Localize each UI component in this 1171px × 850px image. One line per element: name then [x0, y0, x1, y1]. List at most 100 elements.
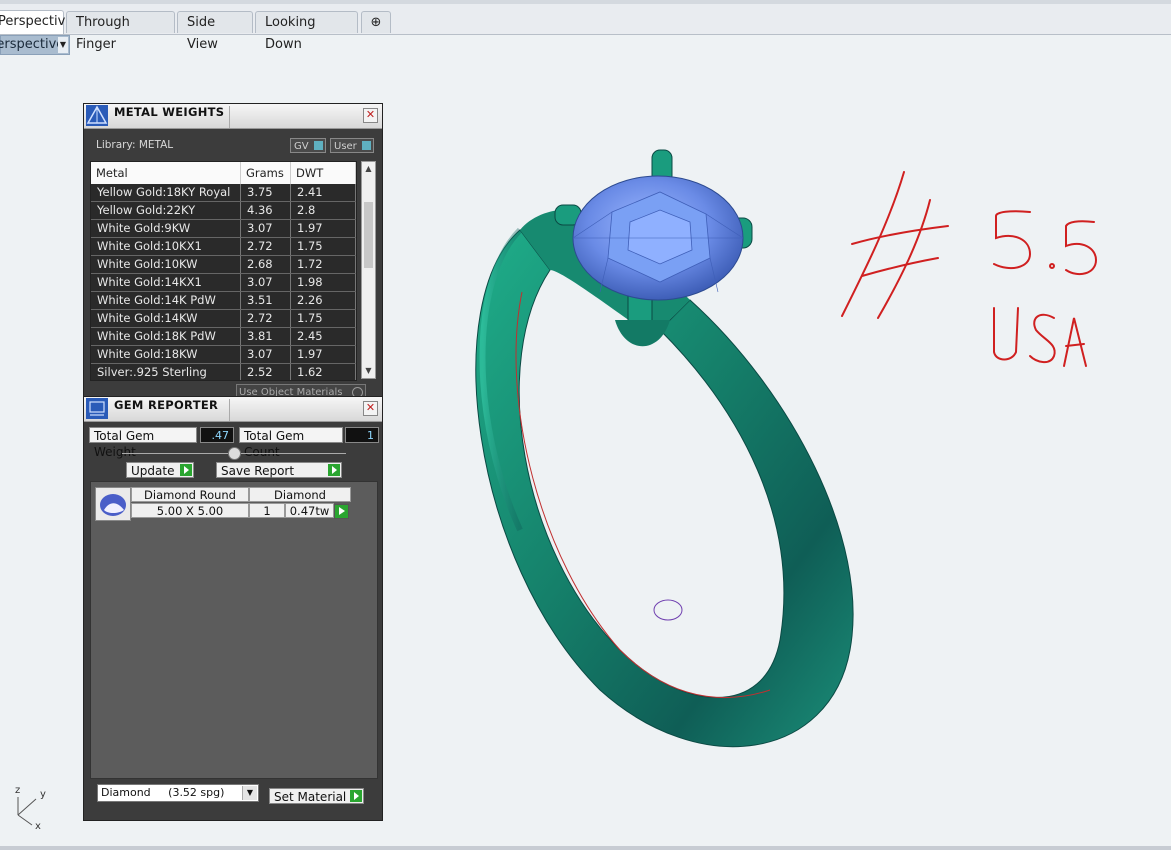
- metal-table-body: Yellow Gold:18KY Royal 3.75 2.41 Yellow Gol…: [91, 184, 356, 380]
- metal-table-scrollbar[interactable]: ▲ ▼: [361, 161, 376, 379]
- total-gem-weight-label: Total Gem Weight: [89, 427, 197, 459]
- status-bar: [0, 846, 1171, 850]
- grams-cell: 2.72: [241, 310, 291, 327]
- dwt-cell: 1.75: [291, 310, 356, 327]
- update-button[interactable]: Update: [126, 462, 194, 478]
- gem-count-cell: 1: [249, 503, 285, 518]
- metal-name-cell: White Gold:18KW: [91, 346, 241, 363]
- total-gem-weight-value: .47: [200, 427, 234, 443]
- table-row[interactable]: White Gold:18K PdW 3.81 2.45: [91, 328, 356, 346]
- axis-z-label: z: [15, 785, 21, 796]
- gem-list: Diamond Round Diamond 5.00 X 5.00 1 0.47…: [90, 481, 378, 779]
- diamond-stone[interactable]: [572, 175, 744, 301]
- metal-name-cell: White Gold:10KX1: [91, 238, 241, 255]
- save-report-button-label: Save Report: [221, 464, 295, 478]
- table-row[interactable]: White Gold:14KX1 3.07 1.98: [91, 274, 356, 292]
- selection-marker: [653, 599, 683, 621]
- gem-details-button[interactable]: [334, 504, 349, 519]
- table-row[interactable]: Yellow Gold:18KY Royal 3.75 2.41: [91, 184, 356, 202]
- grams-cell: 2.52: [241, 364, 291, 380]
- update-button-label: Update: [131, 464, 175, 478]
- grams-cell: 3.07: [241, 220, 291, 237]
- metal-table: Metal Grams DWT Yellow Gold:18KY Royal 3.…: [90, 161, 357, 381]
- gem-thumbnail-icon[interactable]: [95, 487, 131, 521]
- dwt-cell: 1.62: [291, 364, 356, 380]
- table-row[interactable]: White Gold:14KW 2.72 1.75: [91, 310, 356, 328]
- grams-cell: 3.51: [241, 292, 291, 309]
- library-label: Library: METAL: [96, 139, 174, 151]
- metal-name-cell: White Gold:18K PdW: [91, 328, 241, 345]
- close-icon[interactable]: ✕: [363, 108, 378, 123]
- metal-weights-logo-icon: [86, 105, 108, 126]
- gem-reporter-title: GEM REPORTER: [114, 398, 219, 412]
- dwt-cell: 1.97: [291, 220, 356, 237]
- total-gem-count-label: Total Gem Count: [239, 427, 343, 459]
- metal-name-cell: White Gold:14K PdW: [91, 292, 241, 309]
- gem-material-cell: Diamond: [249, 487, 351, 502]
- metal-name-cell: White Gold:14KX1: [91, 274, 241, 291]
- metal-weights-titlebar[interactable]: METAL WEIGHTS ✕: [84, 104, 382, 129]
- axis-y-label: y: [40, 789, 46, 800]
- axis-x-label: x: [35, 821, 41, 832]
- column-header-dwt[interactable]: DWT: [291, 162, 356, 184]
- gem-size-cell: 5.00 X 5.00: [131, 503, 249, 518]
- grams-cell: 4.36: [241, 202, 291, 219]
- table-row[interactable]: White Gold:10KX1 2.72 1.75: [91, 238, 356, 256]
- grams-cell: 3.81: [241, 328, 291, 345]
- grams-cell: 3.75: [241, 184, 291, 201]
- play-icon: [180, 464, 192, 476]
- dwt-cell: 1.72: [291, 256, 356, 273]
- dwt-cell: 2.41: [291, 184, 356, 201]
- grams-cell: 3.07: [241, 274, 291, 291]
- gem-reporter-logo-icon: [86, 398, 108, 419]
- save-report-button[interactable]: Save Report: [216, 462, 342, 478]
- gem-weight-cell: 0.47tw: [285, 503, 334, 518]
- dwt-cell: 1.97: [291, 346, 356, 363]
- scroll-down-icon[interactable]: ▼: [362, 364, 375, 378]
- set-material-button-label: Set Material: [274, 790, 347, 804]
- play-icon: [328, 464, 340, 476]
- table-row[interactable]: Silver:.925 Sterling 2.52 1.62: [91, 364, 356, 380]
- gv-toggle[interactable]: GV: [290, 138, 326, 153]
- close-icon[interactable]: ✕: [363, 401, 378, 416]
- table-row[interactable]: White Gold:10KW 2.68 1.72: [91, 256, 356, 274]
- table-row[interactable]: Yellow Gold:22KY 4.36 2.8: [91, 202, 356, 220]
- metal-name-cell: Yellow Gold:22KY: [91, 202, 241, 219]
- grams-cell: 2.72: [241, 238, 291, 255]
- set-material-button[interactable]: Set Material: [269, 788, 364, 804]
- gem-shape-cell: Diamond Round: [131, 487, 249, 502]
- gv-toggle-label: GV: [294, 141, 309, 152]
- metal-weights-panel: METAL WEIGHTS ✕ Library: METAL GV User M…: [83, 103, 383, 403]
- metal-name-cell: White Gold:14KW: [91, 310, 241, 327]
- material-select-value: Diamond (3.52 spg): [101, 786, 225, 799]
- dwt-cell: 1.98: [291, 274, 356, 291]
- metal-name-cell: Silver:.925 Sterling: [91, 364, 241, 380]
- total-gem-count-value: 1: [345, 427, 379, 443]
- metal-name-cell: White Gold:9KW: [91, 220, 241, 237]
- play-icon: [350, 790, 362, 802]
- table-row[interactable]: White Gold:9KW 3.07 1.97: [91, 220, 356, 238]
- chevron-down-icon[interactable]: ▼: [242, 786, 257, 800]
- dwt-cell: 1.75: [291, 238, 356, 255]
- metal-table-header: Metal Grams DWT: [91, 162, 356, 184]
- table-row[interactable]: White Gold:14K PdW 3.51 2.26: [91, 292, 356, 310]
- gem-reporter-titlebar[interactable]: GEM REPORTER ✕: [84, 397, 382, 422]
- column-header-metal[interactable]: Metal: [91, 162, 241, 184]
- handwritten-annotation: [841, 171, 1098, 367]
- dwt-cell: 2.26: [291, 292, 356, 309]
- column-header-grams[interactable]: Grams: [241, 162, 291, 184]
- dwt-cell: 2.45: [291, 328, 356, 345]
- metal-name-cell: White Gold:10KW: [91, 256, 241, 273]
- metal-name-cell: Yellow Gold:18KY Royal: [91, 184, 241, 201]
- material-select[interactable]: Diamond (3.52 spg) ▼: [97, 784, 259, 802]
- user-toggle[interactable]: User: [330, 138, 374, 153]
- grams-cell: 3.07: [241, 346, 291, 363]
- table-row[interactable]: White Gold:18KW 3.07 1.97: [91, 346, 356, 364]
- dwt-cell: 2.8: [291, 202, 356, 219]
- scroll-thumb[interactable]: [364, 202, 373, 268]
- splitter-handle[interactable]: [228, 447, 241, 460]
- scroll-up-icon[interactable]: ▲: [362, 162, 375, 176]
- grams-cell: 2.68: [241, 256, 291, 273]
- metal-weights-title: METAL WEIGHTS: [114, 105, 225, 119]
- user-toggle-label: User: [334, 141, 357, 152]
